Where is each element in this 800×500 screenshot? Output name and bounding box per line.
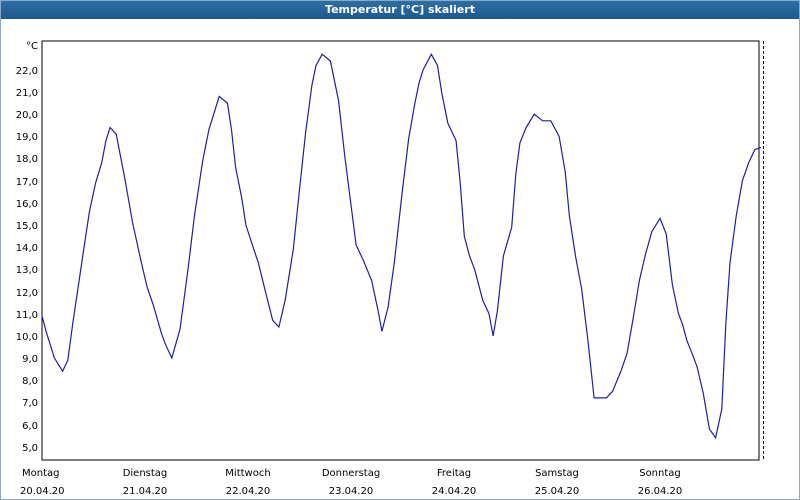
y-tick-label: 5,0: [22, 443, 38, 454]
window-title: Temperatur [°C] skaliert: [1, 1, 799, 19]
axis-layer: [41, 40, 760, 461]
x-day-label: Freitag: [437, 468, 471, 479]
y-tick-label: 6,0: [22, 421, 38, 432]
chart-window: Temperatur [°C] skaliert 22,0 21,0 20,0 19,…: [0, 0, 800, 500]
y-tick-label: 19,0: [16, 132, 38, 143]
y-tick-label: 18,0: [16, 154, 38, 165]
y-tick-label: 8,0: [22, 376, 38, 387]
plot-area-border: [41, 40, 760, 461]
temperature-chart: 22,0 21,0 20,0 19,0 18,0 17,0 16,0 15,0 14,0 13,0…: [16, 40, 764, 497]
x-date-label: 21.04.20: [123, 486, 168, 497]
x-day-label: Montag: [22, 468, 59, 479]
x-day-label: Samstag: [535, 468, 579, 479]
y-tick-label: 13,0: [16, 265, 38, 276]
x-day-label: Donnerstag: [322, 468, 380, 479]
y-tick-label: 10,0: [16, 332, 38, 343]
y-tick-label: 9,0: [22, 354, 38, 365]
x-date-label: 22.04.20: [226, 486, 271, 497]
x-day-label: Mittwoch: [225, 468, 270, 479]
y-tick-label: 14,0: [16, 243, 38, 254]
y-axis-label: °C: [26, 41, 38, 52]
y-tick-label: 17,0: [16, 177, 38, 188]
y-tick-label: 15,0: [16, 221, 38, 232]
x-date-label: 23.04.20: [329, 486, 374, 497]
y-tick-label: 20,0: [16, 110, 38, 121]
x-date-label: 20.04.20: [20, 486, 65, 497]
x-date-label: 24.04.20: [432, 486, 477, 497]
y-tick-label: 7,0: [22, 398, 38, 409]
y-tick-label: 16,0: [16, 199, 38, 210]
x-day-label: Sonntag: [639, 468, 681, 479]
y-tick-label: 22,0: [16, 66, 38, 77]
y-tick-label: 12,0: [16, 288, 38, 299]
y-tick-label: 21,0: [16, 88, 38, 99]
y-tick-label: 11,0: [16, 310, 38, 321]
x-date-label: 26.04.20: [638, 486, 683, 497]
x-day-label: Dienstag: [123, 468, 168, 479]
x-date-label: 25.04.20: [535, 486, 580, 497]
